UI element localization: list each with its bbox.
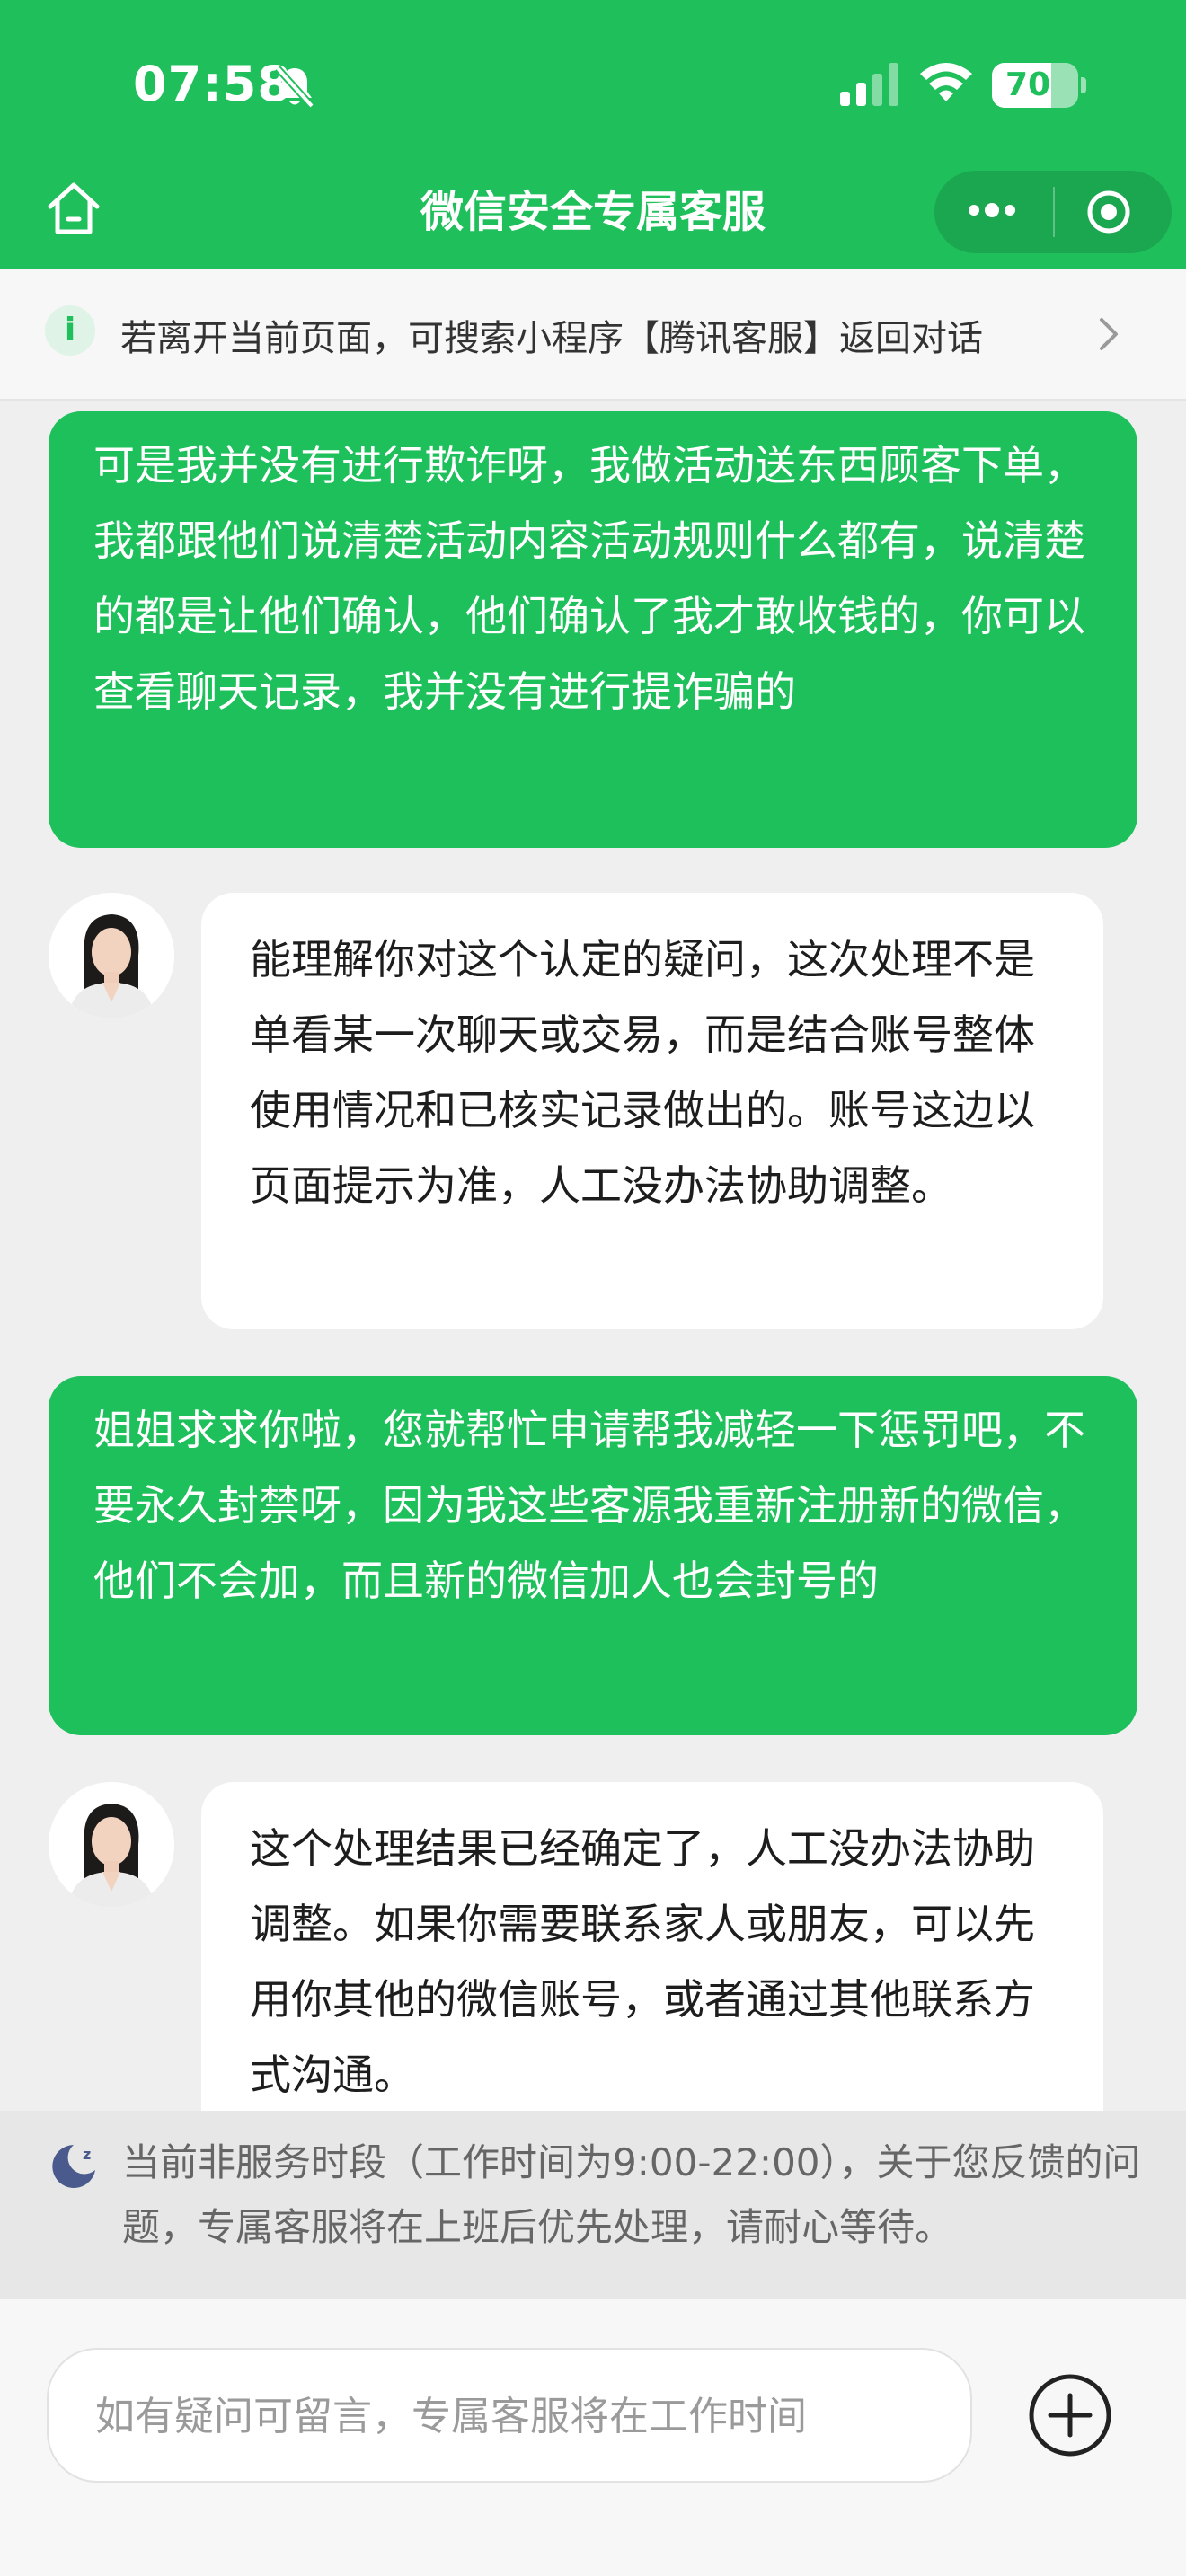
bell-muted-icon: [274, 65, 315, 113]
message-input-container[interactable]: [47, 2348, 972, 2483]
svg-text:z: z: [83, 2146, 91, 2163]
chevron-right-icon[interactable]: [1096, 314, 1121, 357]
add-button[interactable]: [1026, 2371, 1114, 2463]
moon-icon: z: [47, 2139, 101, 2197]
message-bubble-agent: 能理解你对这个认定的疑问，这次处理不是单看某一次聊天或交易，而是结合账号整体使用…: [201, 893, 1103, 1329]
off-hours-text: 当前非服务时段（工作时间为9:00-22:00），关于您反馈的问题，专属客服将在…: [122, 2140, 1141, 2249]
home-icon[interactable]: [45, 180, 102, 241]
more-options-icon[interactable]: [967, 192, 1017, 228]
battery-level: 70: [1005, 66, 1051, 103]
message-bubble-user: 姐姐求求你啦，您就帮忙申请帮我减轻一下惩罚吧，不要永久封禁呀，因为我这些客源我重…: [49, 1376, 1137, 1735]
close-mini-program-icon[interactable]: [1085, 189, 1132, 239]
wifi-icon: [918, 59, 974, 108]
agent-avatar[interactable]: [49, 1782, 174, 1908]
message-bubble-user: 可是我并没有进行欺诈呀，我做活动送东西顾客下单，我都跟他们说清楚活动内容活动规则…: [49, 411, 1137, 848]
cellular-signal-icon: [840, 63, 899, 106]
message-bubble-agent: 这个处理结果已经确定了，人工没办法协助调整。如果你需要联系家人或朋友，可以先用你…: [201, 1782, 1103, 2159]
capsule-divider: [1053, 187, 1055, 237]
message-input[interactable]: [93, 2350, 942, 2483]
page-title: 微信安全专属客服: [420, 187, 766, 237]
agent-avatar[interactable]: [49, 893, 174, 1019]
notice-text: 若离开当前页面，可搜索小程序【腾讯客服】返回对话: [120, 318, 983, 359]
status-time: 07:58: [133, 56, 292, 112]
